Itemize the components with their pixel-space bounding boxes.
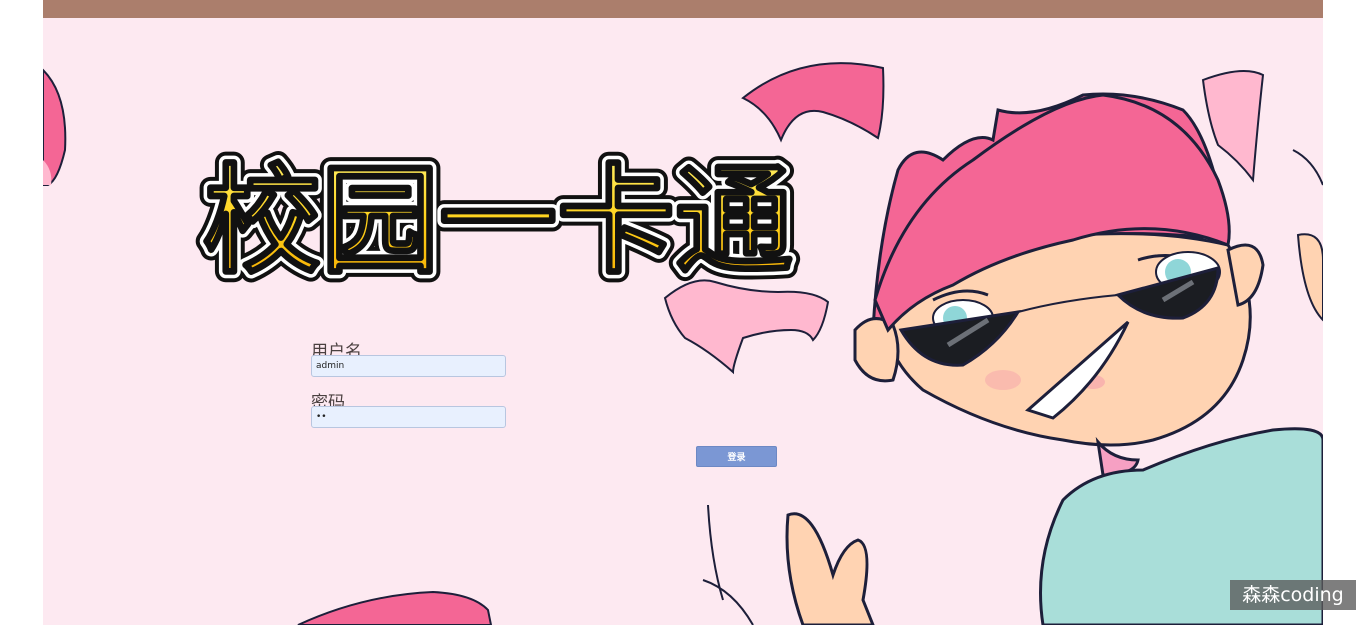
- login-button[interactable]: 登录: [696, 446, 777, 467]
- watermark: 森森coding: [1230, 580, 1356, 610]
- login-page: 校园一卡通 校园一卡通 校园一卡通 用户名 密码 登录: [43, 0, 1323, 625]
- app-title-logo: 校园一卡通 校园一卡通 校园一卡通: [194, 150, 802, 295]
- username-input[interactable]: [311, 355, 506, 377]
- password-input[interactable]: [311, 406, 506, 428]
- cartoon-background-illustration: [43, 62, 1323, 625]
- page-title: 校园一卡通: [203, 152, 793, 290]
